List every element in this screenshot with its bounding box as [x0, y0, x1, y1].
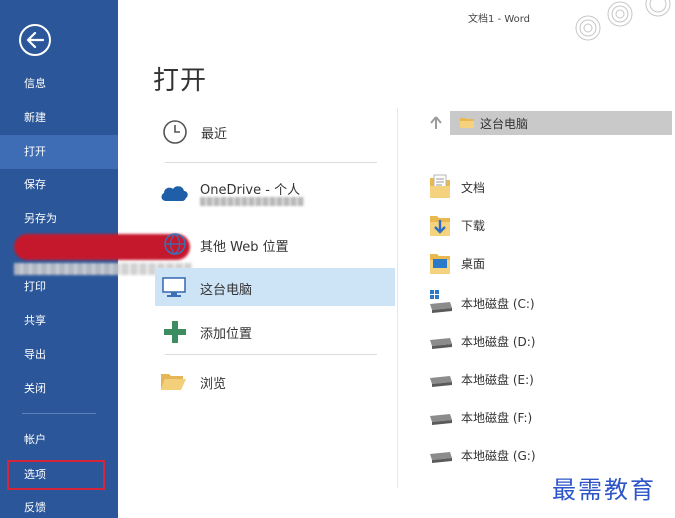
folder-label: 下载	[461, 219, 486, 233]
window-title: 文档1 - Word	[468, 14, 531, 25]
location-label: 添加位置	[200, 327, 253, 342]
folder-desktop[interactable]: 桌面	[428, 248, 658, 278]
location-other-web[interactable]: 其他 Web 位置	[155, 226, 395, 262]
nav-info[interactable]: 信息	[0, 67, 118, 101]
back-button[interactable]	[19, 24, 51, 56]
nav-export[interactable]: 导出	[0, 338, 118, 372]
plus-icon	[164, 321, 186, 343]
folder-label: 本地磁盘 (G:)	[461, 449, 536, 463]
location-add-place[interactable]: 添加位置	[155, 316, 395, 348]
nav-feedback[interactable]: 反馈	[0, 491, 118, 518]
nav-account[interactable]: 帐户	[0, 423, 118, 457]
column-divider	[397, 108, 398, 488]
nav-print[interactable]: 打印	[0, 270, 118, 304]
hard-drive-icon	[430, 376, 452, 387]
path-label: 这台电脑	[480, 117, 529, 131]
onedrive-account-blurred	[200, 197, 304, 206]
up-arrow-icon[interactable]	[430, 116, 442, 130]
system-drive-icon	[430, 290, 452, 313]
downloads-folder-icon	[430, 216, 450, 236]
drive-d[interactable]: 本地磁盘 (D:)	[428, 326, 658, 356]
location-divider	[165, 354, 377, 355]
location-divider	[165, 162, 377, 163]
onedrive-cloud-icon	[161, 186, 188, 201]
nav-close[interactable]: 关闭	[0, 372, 118, 406]
folder-documents[interactable]: 文档	[428, 172, 658, 202]
folder-label: 本地磁盘 (E:)	[461, 373, 534, 387]
drive-c[interactable]: 本地磁盘 (C:)	[428, 288, 658, 318]
nav-save-as[interactable]: 另存为	[0, 202, 118, 236]
location-browse[interactable]: 浏览	[155, 366, 395, 396]
clock-icon	[163, 120, 187, 144]
location-onedrive[interactable]: OneDrive - 个人	[155, 175, 395, 215]
nav-open[interactable]: 打开	[0, 135, 118, 169]
location-this-pc[interactable]: 这台电脑	[155, 268, 395, 306]
nav-share[interactable]: 共享	[0, 304, 118, 338]
folder-label: 文档	[461, 181, 486, 195]
options-highlight-box	[7, 460, 105, 490]
folder-label: 本地磁盘 (D:)	[461, 335, 536, 349]
nav-save[interactable]: 保存	[0, 168, 118, 202]
globe-icon	[164, 233, 186, 255]
nav-new[interactable]: 新建	[0, 101, 118, 135]
corner-watermark: 最需教育	[552, 476, 656, 504]
path-bar[interactable]: 这台电脑	[450, 111, 672, 135]
page-title: 打开	[153, 66, 208, 96]
drive-g[interactable]: 本地磁盘 (G:)	[428, 440, 658, 470]
drive-e[interactable]: 本地磁盘 (E:)	[428, 364, 658, 394]
hard-drive-icon	[430, 338, 452, 349]
location-recent[interactable]: 最近	[155, 116, 395, 148]
decorative-circles-icon	[575, 0, 671, 41]
location-label: 其他 Web 位置	[200, 240, 289, 255]
drive-f[interactable]: 本地磁盘 (F:)	[428, 402, 658, 432]
desktop-folder-icon	[430, 254, 450, 274]
open-folder-icon	[161, 374, 186, 390]
location-label: 最近	[201, 127, 228, 142]
location-label: 浏览	[200, 377, 227, 392]
folder-label: 本地磁盘 (C:)	[461, 297, 535, 311]
computer-monitor-icon	[162, 277, 186, 297]
arrow-left-icon	[26, 32, 44, 48]
documents-folder-icon	[430, 174, 450, 198]
location-label: 这台电脑	[200, 283, 253, 298]
hard-drive-icon	[430, 452, 452, 463]
folder-label: 本地磁盘 (F:)	[461, 411, 533, 425]
nav-divider	[22, 413, 96, 414]
folder-label: 桌面	[461, 257, 486, 271]
hard-drive-icon	[430, 414, 452, 425]
location-label: OneDrive - 个人	[200, 183, 301, 198]
folder-icon	[460, 118, 474, 128]
folder-downloads[interactable]: 下载	[428, 210, 658, 240]
